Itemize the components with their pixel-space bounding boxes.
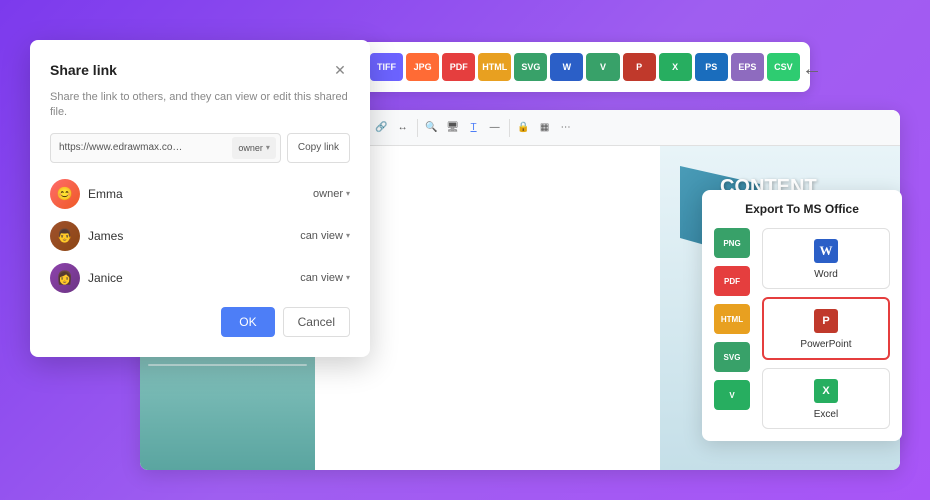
separator-3 [509,119,510,137]
export-panel-content: PNG PDF HTML SVG V W Word P PowerPoint X [714,228,890,429]
arrow-indicator: ← [802,58,822,81]
user-name-james: James [88,229,292,243]
word-w-icon: W [814,239,838,263]
export-icon-html[interactable]: HTML [714,304,750,334]
screen-tool[interactable]: 🖥 [444,119,462,137]
powerpoint-label: PowerPoint [800,339,851,350]
word-badge[interactable]: W [550,53,583,81]
role-chevron-janice: ▾ [346,273,350,282]
link-input-field[interactable]: https://www.edrawmax.com/online/fil owne… [50,133,281,163]
link-role-chevron: ▾ [266,143,270,152]
export-item-word[interactable]: W Word [762,228,890,289]
modal-actions: OK Cancel [50,307,350,337]
tiff-badge[interactable]: TIFF [370,53,403,81]
modal-title: Share link [50,62,117,78]
modal-close-button[interactable]: ✕ [330,60,350,80]
user-name-janice: Janice [88,271,292,285]
avatar-emma: 😊 [50,179,80,209]
word-label: Word [814,269,838,280]
zoom-in-tool[interactable]: 🔍 [423,119,441,137]
export-icon-png[interactable]: PNG [714,228,750,258]
export-item-excel[interactable]: X Excel [762,368,890,429]
csv-badge[interactable]: CSV [767,53,800,81]
share-link-modal: Share link ✕ Share the link to others, a… [30,40,370,357]
copy-link-button[interactable]: Copy link [287,133,350,163]
separator-2 [417,119,418,137]
export-icon-v[interactable]: V [714,380,750,410]
building-line [148,364,307,366]
powerpoint-icon: P [812,307,840,335]
user-role-janice[interactable]: can view ▾ [300,272,350,284]
role-label-emma: owner [313,188,343,200]
excel-badge[interactable]: X [659,53,692,81]
user-row-janice: 👩 Janice can view ▾ [50,263,350,293]
format-export-toolbar: TIFF JPG PDF HTML SVG W V P X PS EPS CSV [360,42,810,92]
link-row: https://www.edrawmax.com/online/fil owne… [50,133,350,163]
export-panel-title: Export To MS Office [714,202,890,216]
avatar-james: 👨 [50,221,80,251]
role-chevron-james: ▾ [346,231,350,240]
minus-tool[interactable]: — [486,119,504,137]
avatar-janice: 👩 [50,263,80,293]
user-role-james[interactable]: can view ▾ [300,230,350,242]
lock-tool[interactable]: 🔒 [515,119,533,137]
modal-subtitle: Share the link to others, and they can v… [50,90,350,121]
export-grid: W Word P PowerPoint X Excel [762,228,890,429]
ps-badge[interactable]: PS [695,53,728,81]
link-role-badge[interactable]: owner ▾ [232,137,276,159]
excel-x-icon: X [814,379,838,403]
visio-badge[interactable]: V [586,53,619,81]
link-role-label: owner [238,143,263,153]
export-panel: Export To MS Office PNG PDF HTML SVG V W… [702,190,902,441]
user-name-emma: Emma [88,187,305,201]
export-item-powerpoint[interactable]: P PowerPoint [762,297,890,360]
cancel-button[interactable]: Cancel [283,307,350,337]
underline-tool[interactable]: T [465,119,483,137]
ppt-p-icon: P [814,309,838,333]
excel-label: Excel [814,409,838,420]
html-badge[interactable]: HTML [478,53,511,81]
modal-header: Share link ✕ [50,60,350,80]
pdf-badge[interactable]: PDF [442,53,475,81]
svg-badge[interactable]: SVG [514,53,547,81]
word-icon: W [812,237,840,265]
eps-badge[interactable]: EPS [731,53,764,81]
role-label-janice: can view [300,272,343,284]
user-row-emma: 😊 Emma owner ▾ [50,179,350,209]
excel-icon: X [812,377,840,405]
ok-button[interactable]: OK [221,307,274,337]
ppt-badge[interactable]: P [623,53,656,81]
link-tool[interactable]: 🔗 [373,119,391,137]
user-row-james: 👨 James can view ▾ [50,221,350,251]
role-chevron-emma: ▾ [346,189,350,198]
export-icons-column: PNG PDF HTML SVG V [714,228,754,429]
arrow-tool[interactable]: ↔ [394,119,412,137]
user-role-emma[interactable]: owner ▾ [313,188,350,200]
export-icon-pdf[interactable]: PDF [714,266,750,296]
jpg-badge[interactable]: JPG [406,53,439,81]
link-url-text: https://www.edrawmax.com/online/fil [59,142,189,153]
role-label-james: can view [300,230,343,242]
grid-tool[interactable]: ▦ [536,119,554,137]
more-tool[interactable]: ⋯ [557,119,575,137]
export-icon-svg[interactable]: SVG [714,342,750,372]
